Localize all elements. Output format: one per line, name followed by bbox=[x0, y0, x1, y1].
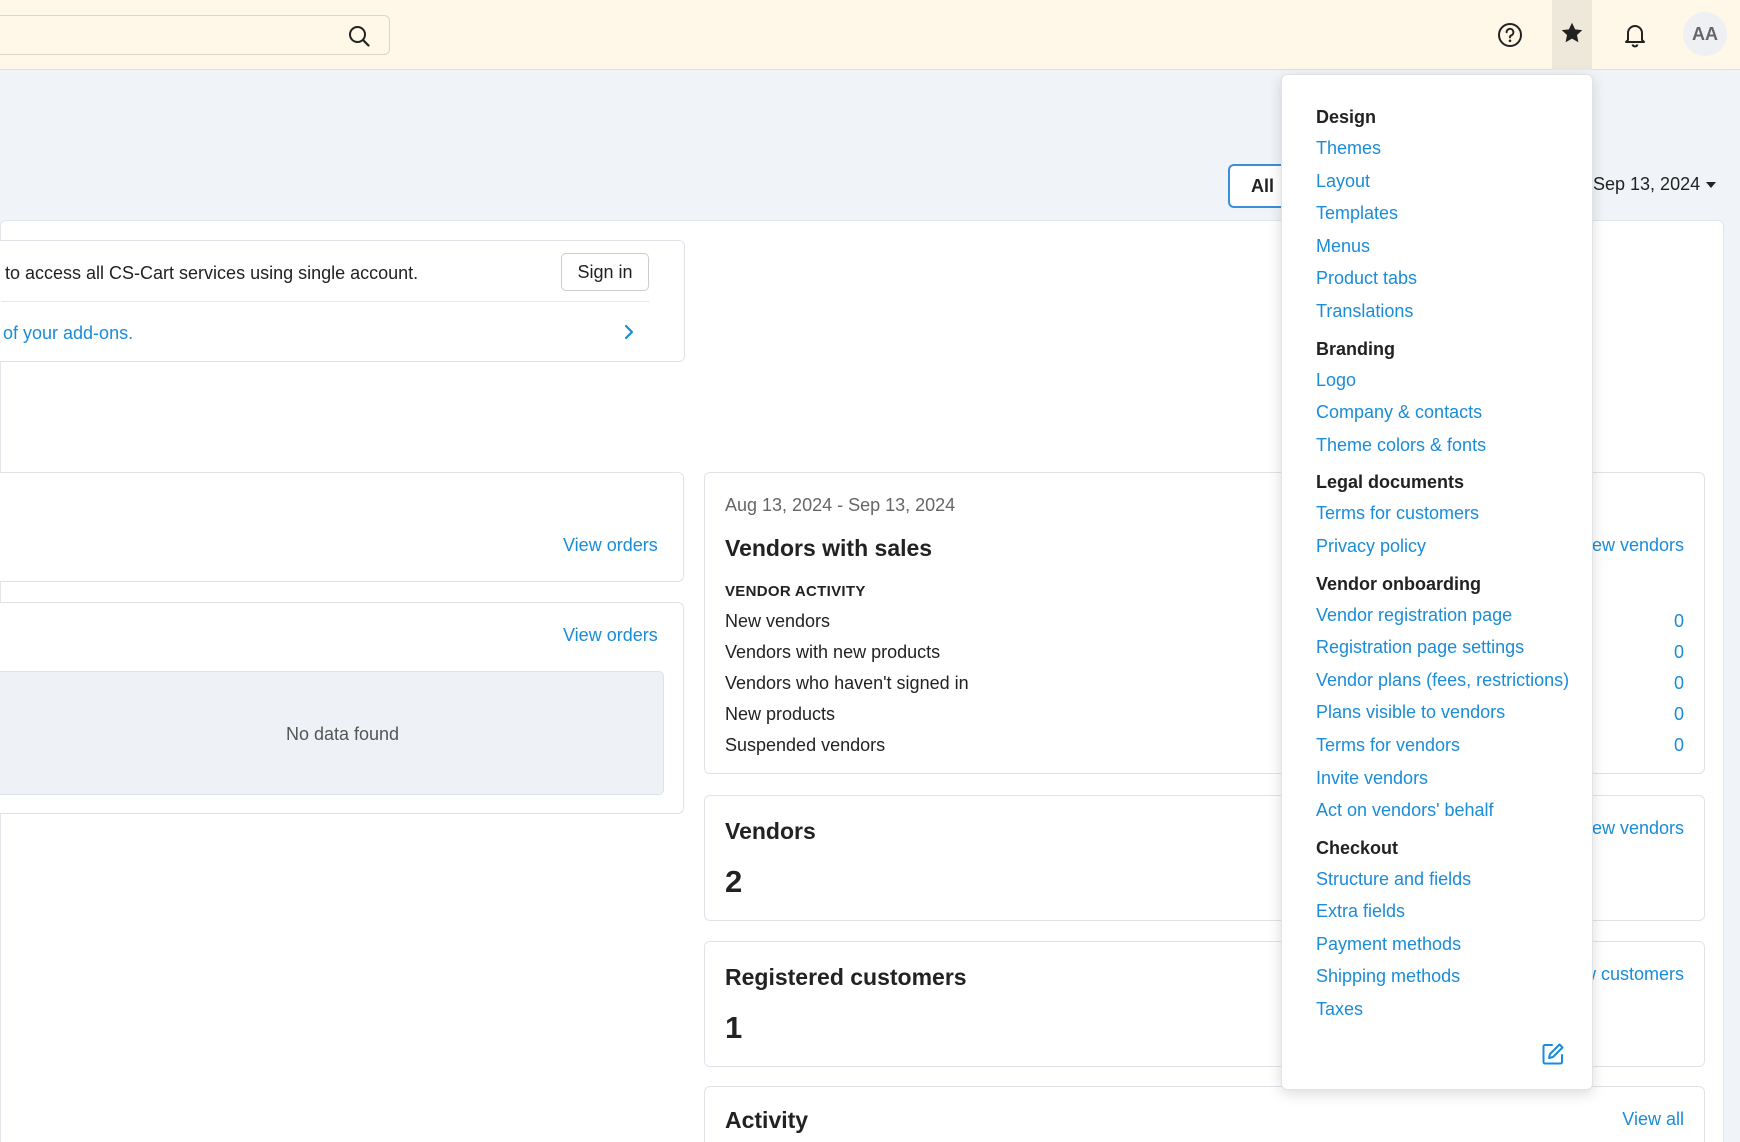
orders-card: View orders bbox=[0, 472, 684, 582]
edit-icon[interactable] bbox=[1540, 1041, 1566, 1067]
search-icon[interactable] bbox=[347, 24, 371, 48]
top-bar: AA bbox=[0, 0, 1740, 70]
menu-item-company-contacts[interactable]: Company & contacts bbox=[1316, 396, 1582, 429]
menu-item-terms-vendors[interactable]: Terms for vendors bbox=[1316, 729, 1582, 762]
menu-item-logo[interactable]: Logo bbox=[1316, 364, 1582, 397]
view-orders-link[interactable]: View orders bbox=[563, 535, 658, 556]
menu-item-menus[interactable]: Menus bbox=[1316, 230, 1582, 263]
no-data-message: No data found bbox=[0, 671, 664, 795]
menu-group-checkout: Checkout Structure and fields Extra fiel… bbox=[1316, 833, 1582, 1026]
activity-row-label: New products bbox=[725, 704, 836, 724]
activity-row-label: Vendors who haven't signed in bbox=[725, 673, 969, 693]
menu-item-terms-customers[interactable]: Terms for customers bbox=[1316, 497, 1582, 530]
sign-in-button[interactable]: Sign in bbox=[561, 253, 649, 291]
menu-item-extra-fields[interactable]: Extra fields bbox=[1316, 895, 1582, 928]
avatar-initials: AA bbox=[1692, 23, 1718, 44]
chevron-right-icon[interactable] bbox=[621, 323, 637, 346]
menu-item-themes[interactable]: Themes bbox=[1316, 132, 1582, 165]
menu-group-heading: Design bbox=[1316, 107, 1377, 127]
menu-item-registration-page-settings[interactable]: Registration page settings bbox=[1316, 631, 1582, 664]
activity-row-label: New vendors bbox=[725, 611, 831, 631]
menu-item-translations[interactable]: Translations bbox=[1316, 295, 1582, 328]
menu-item-plans-visible[interactable]: Plans visible to vendors bbox=[1316, 696, 1582, 729]
menu-item-templates[interactable]: Templates bbox=[1316, 197, 1582, 230]
menu-group-legal-documents: Legal documents Terms for customers Priv… bbox=[1316, 467, 1582, 562]
menu-group-design: Design Themes Layout Templates Menus Pro… bbox=[1316, 102, 1582, 328]
favorites-menu: Design Themes Layout Templates Menus Pro… bbox=[1281, 74, 1593, 1090]
storefront-filter-all[interactable]: All bbox=[1228, 164, 1288, 208]
menu-group-vendor-onboarding: Vendor onboarding Vendor registration pa… bbox=[1316, 569, 1582, 827]
date-label: Sep 13, 2024 bbox=[1593, 174, 1701, 194]
card-title: Vendors bbox=[725, 818, 816, 844]
menu-item-theme-colors-fonts[interactable]: Theme colors & fonts bbox=[1316, 429, 1582, 462]
activity-row-value[interactable]: 0 bbox=[1674, 735, 1684, 756]
date-picker[interactable]: Sep 13, 2024 bbox=[1593, 174, 1717, 195]
customers-count: 1 bbox=[725, 1010, 743, 1045]
menu-item-product-tabs[interactable]: Product tabs bbox=[1316, 262, 1582, 295]
card-title: Registered customers bbox=[725, 964, 967, 990]
date-range-label: Aug 13, 2024 - Sep 13, 2024 bbox=[725, 495, 956, 515]
menu-group-heading: Checkout bbox=[1316, 837, 1399, 858]
menu-item-act-on-behalf[interactable]: Act on vendors' behalf bbox=[1316, 794, 1582, 827]
favorites-button[interactable] bbox=[1552, 0, 1592, 70]
avatar[interactable]: AA bbox=[1683, 12, 1727, 56]
addons-link[interactable]: of your add-ons. bbox=[3, 323, 133, 344]
vendor-activity-heading: VENDOR ACTIVITY bbox=[725, 583, 866, 600]
all-label: All bbox=[1251, 176, 1275, 196]
activity-card: Activity View all bbox=[704, 1086, 1705, 1142]
card-title: Vendors with sales bbox=[725, 535, 933, 561]
orders-chart-card: View orders No data found bbox=[0, 602, 684, 814]
menu-group-heading: Legal documents bbox=[1316, 472, 1465, 493]
view-orders-link[interactable]: View orders bbox=[563, 625, 658, 646]
caret-down-icon bbox=[1706, 182, 1717, 189]
menu-group-heading: Vendor onboarding bbox=[1316, 573, 1481, 594]
menu-item-layout[interactable]: Layout bbox=[1316, 165, 1582, 198]
card-title: Activity bbox=[725, 1107, 809, 1133]
menu-group-heading: Branding bbox=[1316, 338, 1395, 359]
notice-text: to access all CS-Cart services using sin… bbox=[5, 263, 419, 283]
menu-item-privacy-policy[interactable]: Privacy policy bbox=[1316, 530, 1582, 563]
star-icon bbox=[1559, 20, 1585, 51]
account-notice-card: to access all CS-Cart services using sin… bbox=[0, 240, 685, 362]
activity-row-label: Vendors with new products bbox=[725, 642, 941, 662]
view-all-link[interactable]: View all bbox=[1622, 1109, 1684, 1130]
help-circle-icon[interactable] bbox=[1495, 18, 1525, 52]
menu-item-invite-vendors[interactable]: Invite vendors bbox=[1316, 762, 1582, 795]
search-input[interactable] bbox=[0, 15, 390, 55]
menu-item-vendor-registration-page[interactable]: Vendor registration page bbox=[1316, 599, 1582, 632]
activity-row-value[interactable]: 0 bbox=[1674, 642, 1684, 663]
menu-item-shipping-methods[interactable]: Shipping methods bbox=[1316, 960, 1582, 993]
activity-row-value[interactable]: 0 bbox=[1674, 611, 1684, 632]
bell-icon[interactable] bbox=[1620, 18, 1650, 52]
menu-item-vendor-plans[interactable]: Vendor plans (fees, restrictions) bbox=[1316, 664, 1582, 697]
menu-item-taxes[interactable]: Taxes bbox=[1316, 993, 1582, 1026]
divider bbox=[1, 301, 649, 302]
menu-group-branding: Branding Logo Company & contacts Theme c… bbox=[1316, 334, 1582, 462]
vendors-count: 2 bbox=[725, 864, 743, 899]
menu-item-payment-methods[interactable]: Payment methods bbox=[1316, 928, 1582, 961]
activity-row-value[interactable]: 0 bbox=[1674, 673, 1684, 694]
favorites-menu-list: Design Themes Layout Templates Menus Pro… bbox=[1316, 102, 1582, 1032]
menu-item-structure-fields[interactable]: Structure and fields bbox=[1316, 863, 1582, 896]
activity-row-label: Suspended vendors bbox=[725, 735, 886, 755]
activity-row-value[interactable]: 0 bbox=[1674, 704, 1684, 725]
